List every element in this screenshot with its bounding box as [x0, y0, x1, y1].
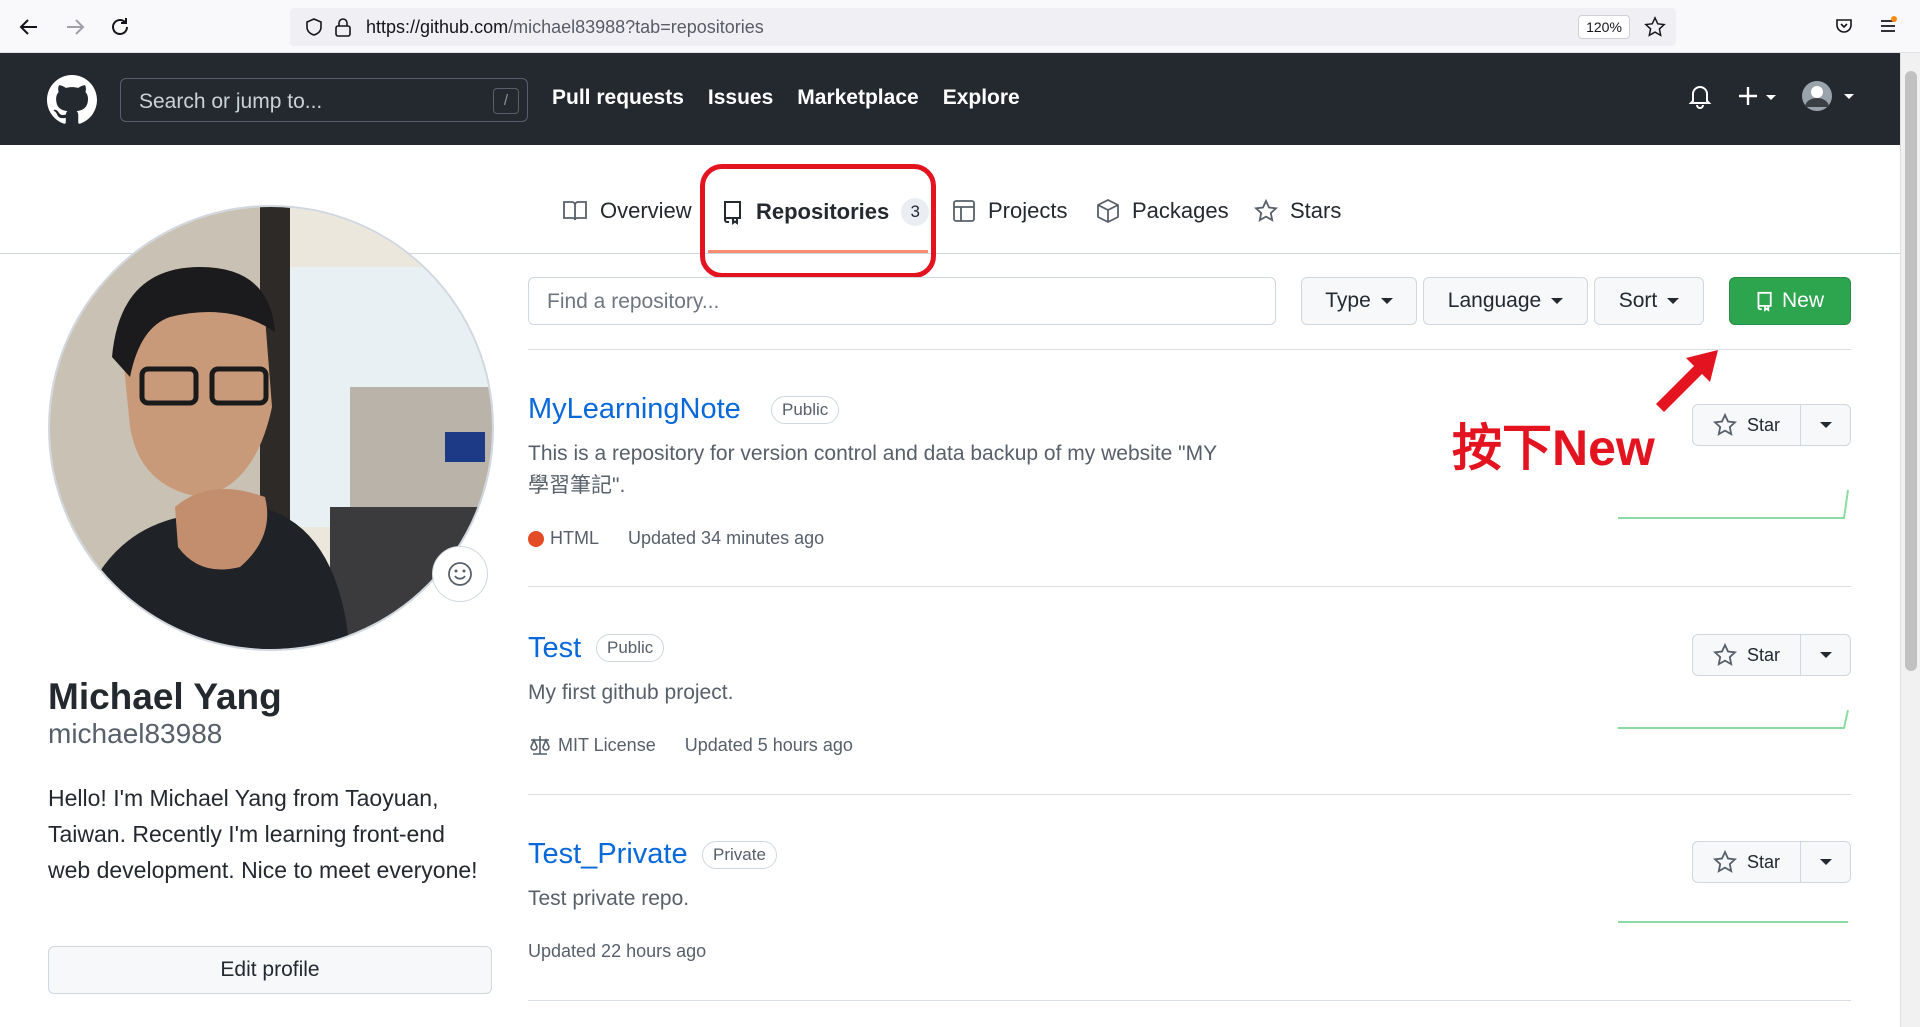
- star-list-dropdown[interactable]: [1801, 842, 1850, 882]
- star-icon: [1712, 643, 1737, 666]
- smiley-icon: [448, 562, 472, 586]
- caret-down-icon: [1551, 298, 1564, 304]
- book-icon: [563, 201, 587, 221]
- annotation-arrow-icon: [1656, 350, 1718, 412]
- forward-arrow-icon[interactable]: [60, 12, 90, 42]
- star-list-dropdown[interactable]: [1801, 635, 1850, 675]
- header-nav: Pull requests Issues Marketplace Explore: [552, 86, 1020, 110]
- repo-icon: [1757, 291, 1772, 312]
- language-color-dot: [528, 530, 544, 547]
- address-bar[interactable]: https://github.com/michael83988?tab=repo…: [290, 8, 1676, 46]
- edit-profile-button[interactable]: Edit profile: [48, 946, 492, 994]
- nav-issues[interactable]: Issues: [708, 86, 773, 110]
- reload-icon[interactable]: [105, 12, 135, 42]
- repo-meta: HTML Updated 34 minutes ago: [528, 528, 824, 549]
- tab-projects[interactable]: Projects: [952, 198, 1067, 224]
- star-icon: [1712, 850, 1737, 873]
- activity-sparkline: [1618, 921, 1848, 923]
- repo-updated: Updated 5 hours ago: [684, 734, 853, 755]
- nav-pull-requests[interactable]: Pull requests: [552, 86, 684, 110]
- repo-meta: Updated 22 hours ago: [528, 941, 706, 962]
- github-header: Search or jump to... / Pull requests Iss…: [0, 53, 1900, 145]
- sort-dropdown[interactable]: Sort: [1594, 277, 1704, 325]
- find-repository-input[interactable]: Find a repository...: [528, 277, 1276, 325]
- create-new-plus-icon[interactable]: [1736, 83, 1780, 114]
- list-divider: [528, 1000, 1851, 1001]
- zoom-level[interactable]: 120%: [1578, 15, 1630, 39]
- caret-down-icon: [1819, 859, 1832, 865]
- star-button-group: Star: [1692, 634, 1851, 676]
- page-scrollbar[interactable]: [1900, 53, 1920, 1027]
- repo-meta: MIT License Updated 5 hours ago: [528, 734, 853, 756]
- repo-updated: Updated 34 minutes ago: [628, 528, 825, 548]
- project-table-icon: [953, 200, 975, 222]
- law-scale-icon: [530, 736, 550, 755]
- tab-packages[interactable]: Packages: [1096, 198, 1229, 224]
- url-text: https://github.com/michael83988?tab=repo…: [366, 17, 764, 37]
- star-icon: [1712, 413, 1737, 436]
- user-avatar-menu[interactable]: [1800, 79, 1858, 118]
- tab-stars[interactable]: Stars: [1254, 198, 1341, 224]
- annotation-highlight-box: [700, 164, 936, 278]
- repo-language: HTML: [550, 528, 599, 548]
- star-list-dropdown[interactable]: [1801, 405, 1850, 445]
- pocket-icon[interactable]: [1834, 16, 1854, 41]
- activity-sparkline: [1618, 489, 1849, 519]
- repo-link-test[interactable]: Test: [528, 632, 581, 665]
- set-status-button[interactable]: [432, 546, 488, 602]
- lock-icon[interactable]: [334, 17, 352, 42]
- language-filter-dropdown[interactable]: Language: [1423, 277, 1588, 325]
- back-arrow-icon[interactable]: [14, 12, 44, 42]
- menu-icon[interactable]: [1878, 16, 1898, 41]
- repo-description: My first github project.: [528, 681, 734, 704]
- visibility-badge: Public: [771, 396, 840, 424]
- star-button[interactable]: Star: [1693, 405, 1801, 445]
- profile-bio: Hello! I'm Michael Yang from Taoyuan, Ta…: [48, 785, 478, 883]
- list-divider: [528, 586, 1851, 587]
- star-button[interactable]: Star: [1693, 635, 1801, 675]
- visibility-badge: Private: [702, 841, 777, 869]
- star-button-group: Star: [1692, 841, 1851, 883]
- star-button[interactable]: Star: [1693, 842, 1801, 882]
- list-divider: [528, 794, 1851, 795]
- shield-icon[interactable]: [304, 17, 324, 42]
- github-logo-icon[interactable]: [47, 75, 97, 130]
- repo-link-test-private[interactable]: Test_Private: [528, 838, 688, 871]
- repo-license[interactable]: MIT License: [558, 735, 656, 756]
- caret-down-icon: [1667, 298, 1680, 304]
- nav-marketplace[interactable]: Marketplace: [797, 86, 918, 110]
- visibility-badge: Public: [596, 634, 665, 662]
- activity-sparkline: [1618, 709, 1849, 729]
- scrollbar-thumb[interactable]: [1905, 71, 1917, 671]
- tab-overview[interactable]: Overview: [562, 198, 692, 224]
- notification-bell-icon[interactable]: [1688, 83, 1712, 114]
- star-icon: [1254, 199, 1278, 222]
- type-filter-dropdown[interactable]: Type: [1301, 277, 1417, 325]
- global-search-input[interactable]: Search or jump to... /: [120, 78, 528, 122]
- repo-link-mylearningnote[interactable]: MyLearningNote: [528, 393, 741, 426]
- package-icon: [1097, 198, 1119, 224]
- browser-toolbar: https://github.com/michael83988?tab=repo…: [0, 0, 1920, 53]
- repo-description: Test private repo.: [528, 887, 690, 910]
- repo-description: This is a repository for version control…: [528, 442, 1217, 497]
- annotation-text: 按下New: [1452, 420, 1655, 476]
- caret-down-icon: [1819, 652, 1832, 658]
- new-repository-button[interactable]: New: [1729, 277, 1851, 325]
- bookmark-star-icon[interactable]: [1644, 16, 1666, 43]
- search-shortcut-key: /: [493, 88, 519, 114]
- caret-down-icon: [1819, 422, 1832, 428]
- repo-updated: Updated 22 hours ago: [528, 941, 707, 961]
- profile-username: michael83988: [48, 718, 223, 749]
- profile-name: Michael Yang: [48, 676, 282, 717]
- caret-down-icon: [1380, 298, 1393, 304]
- nav-explore[interactable]: Explore: [943, 86, 1020, 110]
- profile-avatar[interactable]: [48, 205, 494, 651]
- star-button-group: Star: [1692, 404, 1851, 446]
